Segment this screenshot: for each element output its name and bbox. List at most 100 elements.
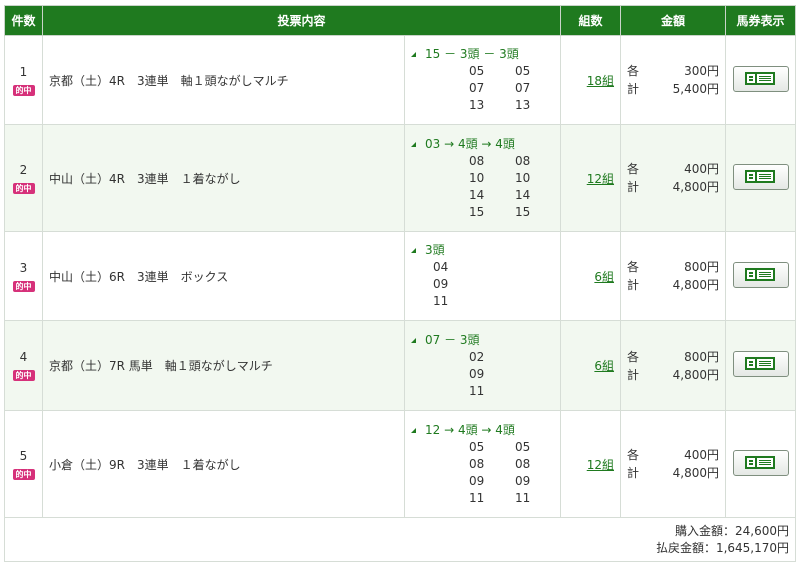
combo-number: 02 xyxy=(469,349,485,364)
combo-number: 14 xyxy=(469,187,485,202)
combo-count-cell: 6組 xyxy=(560,320,622,411)
bet-combination: 15 － 3頭 － 3頭 05 05 07 07 13 13 xyxy=(403,35,562,125)
each-label: 各 xyxy=(627,260,640,274)
ticket-cell xyxy=(725,320,797,411)
ticket-view-button[interactable] xyxy=(732,449,789,476)
ticket-view-button[interactable] xyxy=(732,65,789,92)
combo-count-link[interactable]: 6組 xyxy=(594,270,614,284)
bet-combination: 3頭 04 09 11 xyxy=(403,231,562,321)
combo-count-cell: 12組 xyxy=(560,410,622,518)
bet-content: 中山（土）4R 3連単 １着ながし xyxy=(42,124,405,232)
combo-number-line: 08 08 xyxy=(411,456,560,473)
combo-number: 13 xyxy=(515,98,531,112)
hit-badge: 的中 xyxy=(12,370,35,381)
combo-header: 12 → 4頭 → 4頭 xyxy=(425,422,515,437)
total-amount: 4,800円 xyxy=(672,367,720,382)
amount-cell: 各 400円計 4,800円 xyxy=(620,410,727,518)
bet-combination: 07 － 3頭 02 09 11 xyxy=(403,320,562,411)
ticket-cell xyxy=(725,35,797,125)
ticket-view-button[interactable] xyxy=(732,261,789,288)
bet-index: 2 xyxy=(19,162,28,177)
combo-number: 08 xyxy=(515,456,531,471)
bet-row: 2 的中 中山（土）4R 3連単 １着ながし 03 → 4頭 → 4頭 08 08 10 10… xyxy=(4,124,797,232)
hit-badge: 的中 xyxy=(12,84,35,96)
combo-number: 04 xyxy=(433,260,449,274)
ticket-view-icon xyxy=(744,357,775,370)
combo-number: 05 xyxy=(515,439,531,454)
ticket-view-icon xyxy=(744,455,775,469)
combo-number: 11 xyxy=(433,294,449,308)
bet-row: 3 的中 中山（土）6R 3連単 ボックス 3頭 04 09 11 6組各 800円計 4,800… xyxy=(4,231,797,321)
bet-combination: 12 → 4頭 → 4頭 05 05 08 08 09 09 11 11 xyxy=(403,410,562,518)
total-label: 計 xyxy=(627,180,640,194)
combo-count-link[interactable]: 6組 xyxy=(594,359,614,373)
combo-number: 08 xyxy=(515,153,531,168)
each-label: 各 xyxy=(627,349,640,364)
total-label: 計 xyxy=(627,82,640,96)
combo-number-line: 09 xyxy=(411,276,560,293)
combo-number: 15 xyxy=(469,204,485,219)
header-content: 投票内容 xyxy=(41,5,562,36)
each-amount: 400円 xyxy=(684,162,720,176)
combo-number-line: 09 xyxy=(411,366,560,383)
total-amount: 4,800円 xyxy=(672,278,720,292)
combo-number: 05 xyxy=(469,64,485,78)
combo-number: 13 xyxy=(469,98,485,112)
ticket-cell xyxy=(725,410,797,518)
combo-number: 15 xyxy=(515,204,531,219)
combo-number: 05 xyxy=(469,439,485,454)
combo-number-line: 13 13 xyxy=(411,97,560,114)
total-label: 計 xyxy=(627,367,640,382)
combo-number: 11 xyxy=(469,490,485,505)
ticket-view-button[interactable] xyxy=(732,163,789,190)
total-amount: 4,800円 xyxy=(672,180,720,194)
combo-number-line: 15 15 xyxy=(411,204,560,221)
each-amount: 800円 xyxy=(684,349,720,364)
payout-total: 払戻金額：1,645,170円 xyxy=(655,540,790,555)
bet-content: 京都（土）4R 3連単 軸１頭ながしマルチ xyxy=(42,35,405,125)
combo-number-line: 07 07 xyxy=(411,80,560,97)
bet-index: 1 xyxy=(19,64,28,79)
total-label: 計 xyxy=(627,466,640,480)
combo-count-cell: 12組 xyxy=(560,124,622,232)
combo-count-link[interactable]: 12組 xyxy=(587,172,614,186)
ticket-view-button[interactable] xyxy=(732,351,789,377)
combo-number: 09 xyxy=(515,473,531,488)
header-ticket: 馬券表示 xyxy=(725,5,797,36)
header-count: 件数 xyxy=(4,5,43,36)
combo-number-line: 05 05 xyxy=(411,439,560,456)
amount-cell: 各 300円計 5,400円 xyxy=(620,35,727,125)
bet-content: 中山（土）6R 3連単 ボックス xyxy=(42,231,405,321)
combo-number: 10 xyxy=(515,170,531,185)
amount-cell: 各 400円計 4,800円 xyxy=(620,124,727,232)
triangle-icon xyxy=(411,248,416,253)
hit-badge: 的中 xyxy=(12,468,35,480)
combo-number: 11 xyxy=(469,383,485,398)
ticket-cell xyxy=(725,231,797,321)
bet-content: 京都（土）7R 馬単 軸１頭ながしマルチ xyxy=(42,320,405,411)
combo-number-line: 02 xyxy=(411,349,560,366)
combo-number: 09 xyxy=(469,473,485,488)
combo-number-line: 08 08 xyxy=(411,153,560,170)
combo-number: 05 xyxy=(515,64,531,78)
total-label: 計 xyxy=(627,278,640,292)
ticket-view-icon xyxy=(744,169,775,183)
combo-number: 07 xyxy=(469,81,485,95)
combo-number-line: 09 09 xyxy=(411,473,560,490)
combo-number: 09 xyxy=(433,277,449,291)
combo-header: 3頭 xyxy=(425,243,445,257)
triangle-icon xyxy=(411,141,416,147)
each-amount: 400円 xyxy=(684,448,720,462)
combo-number-line: 05 05 xyxy=(411,63,560,80)
combo-number-line: 10 10 xyxy=(411,170,560,187)
ticket-view-icon xyxy=(744,267,775,281)
combo-number-line: 04 xyxy=(411,259,560,276)
combo-header: 15 － 3頭 － 3頭 xyxy=(425,47,519,61)
each-label: 各 xyxy=(627,448,640,462)
combo-count-link[interactable]: 12組 xyxy=(587,458,614,472)
combo-count-link[interactable]: 18組 xyxy=(587,74,614,88)
triangle-icon xyxy=(411,52,416,57)
combo-number: 07 xyxy=(515,81,531,95)
combo-number: 11 xyxy=(515,490,531,505)
bet-index: 5 xyxy=(19,448,28,463)
